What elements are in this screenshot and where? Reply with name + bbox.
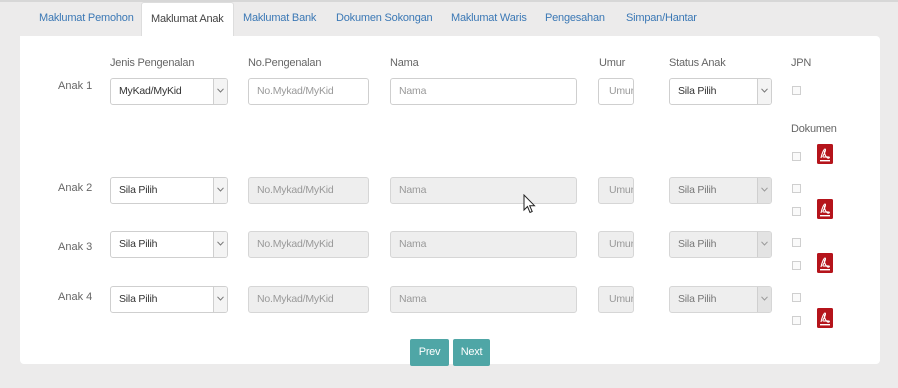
status-anak-value: Sila Pilih — [678, 184, 717, 196]
jenis-pengenalan-value: Sila Pilih — [119, 184, 158, 196]
chevron-down-icon — [757, 79, 771, 104]
tab-maklumat-bank[interactable]: Maklumat Bank — [243, 2, 316, 35]
jpn-checkbox-1[interactable] — [792, 86, 801, 95]
umur-input-4[interactable]: Umur — [598, 286, 634, 313]
chevron-down-icon — [213, 79, 227, 104]
status-anak-value: Sila Pilih — [678, 85, 717, 97]
tab-maklumat-waris[interactable]: Maklumat Waris — [451, 2, 527, 35]
status-anak-select-1[interactable]: Sila Pilih — [669, 78, 772, 105]
status-anak-select-4[interactable]: Sila Pilih — [669, 286, 772, 313]
nama-input-2[interactable]: Nama — [390, 177, 577, 204]
jenis-pengenalan-value: Sila Pilih — [119, 238, 158, 250]
nama-input-4[interactable]: Nama — [390, 286, 577, 313]
jenis-pengenalan-select-3[interactable]: Sila Pilih — [110, 231, 228, 258]
pdf-icon[interactable] — [817, 253, 833, 273]
dokumen-checkbox-1[interactable] — [792, 152, 801, 161]
pdf-icon[interactable] — [817, 199, 833, 219]
pdf-icon[interactable] — [817, 308, 833, 328]
row-label-anak-2: Anak 2 — [58, 182, 93, 194]
row-label-anak-3: Anak 3 — [58, 241, 93, 253]
chevron-down-icon — [757, 232, 771, 257]
jenis-pengenalan-select-2[interactable]: Sila Pilih — [110, 177, 228, 204]
header-umur: Umur — [599, 57, 626, 69]
row-label-anak-1: Anak 1 — [58, 80, 93, 92]
tab-dokumen-sokongan[interactable]: Dokumen Sokongan — [336, 2, 433, 35]
tab-maklumat-pemohon[interactable]: Maklumat Pemohon — [39, 2, 134, 35]
row-label-anak-4: Anak 4 — [58, 291, 93, 303]
no-pengenalan-input-4[interactable]: No.Mykad/MyKid — [248, 286, 369, 313]
status-anak-select-3[interactable]: Sila Pilih — [669, 231, 772, 258]
dokumen-checkbox-4[interactable] — [792, 316, 801, 325]
nama-input-1[interactable]: Nama — [390, 78, 577, 105]
next-button[interactable]: Next — [453, 339, 490, 366]
header-no-pengenalan: No.Pengenalan — [248, 57, 322, 69]
chevron-down-icon — [757, 178, 771, 203]
header-status-anak: Status Anak — [669, 57, 726, 69]
header-dokumen: Dokumen — [791, 123, 837, 135]
header-nama: Nama — [390, 57, 419, 69]
chevron-down-icon — [213, 232, 227, 257]
chevron-down-icon — [757, 287, 771, 312]
no-pengenalan-input-3[interactable]: No.Mykad/MyKid — [248, 231, 369, 258]
pdf-icon[interactable] — [817, 144, 833, 164]
jenis-pengenalan-select-4[interactable]: Sila Pilih — [110, 286, 228, 313]
mouse-pointer-icon — [523, 193, 536, 217]
umur-input-3[interactable]: Umur — [598, 231, 634, 258]
jpn-checkbox-3[interactable] — [792, 238, 801, 247]
prev-button[interactable]: Prev — [410, 339, 449, 366]
dokumen-checkbox-3[interactable] — [792, 261, 801, 270]
nama-input-3[interactable]: Nama — [390, 231, 577, 258]
header-jpn: JPN — [791, 57, 812, 69]
tab-maklumat-anak[interactable]: Maklumat Anak — [141, 2, 234, 37]
no-pengenalan-input-1[interactable]: No.Mykad/MyKid — [248, 78, 369, 105]
header-jenis-pengenalan: Jenis Pengenalan — [110, 57, 195, 69]
jenis-pengenalan-value: Sila Pilih — [119, 293, 158, 305]
umur-input-1[interactable]: Umur — [598, 78, 634, 105]
chevron-down-icon — [213, 287, 227, 312]
tab-bar: Maklumat Pemohon Maklumat Anak Maklumat … — [0, 2, 898, 37]
umur-input-2[interactable]: Umur — [598, 177, 634, 204]
tab-pengesahan[interactable]: Pengesahan — [545, 2, 605, 35]
jenis-pengenalan-select-1[interactable]: MyKad/MyKid — [110, 78, 228, 105]
status-anak-value: Sila Pilih — [678, 238, 717, 250]
jenis-pengenalan-value: MyKad/MyKid — [119, 85, 182, 97]
status-anak-select-2[interactable]: Sila Pilih — [669, 177, 772, 204]
tab-simpan-hantar[interactable]: Simpan/Hantar — [626, 2, 697, 35]
chevron-down-icon — [213, 178, 227, 203]
no-pengenalan-input-2[interactable]: No.Mykad/MyKid — [248, 177, 369, 204]
dokumen-checkbox-2[interactable] — [792, 207, 801, 216]
jpn-checkbox-4[interactable] — [792, 293, 801, 302]
status-anak-value: Sila Pilih — [678, 293, 717, 305]
jpn-checkbox-2[interactable] — [792, 184, 801, 193]
